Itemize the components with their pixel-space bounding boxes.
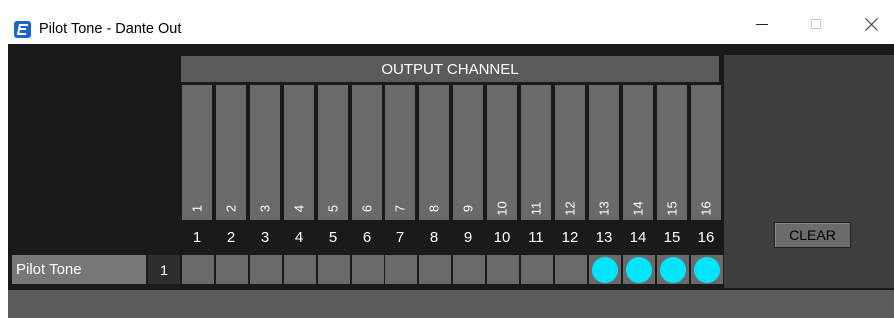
channel-number-15: 15 xyxy=(663,228,681,246)
matrix-cell-2[interactable] xyxy=(216,255,248,284)
close-button[interactable] xyxy=(848,8,894,40)
channel-strip-label: 14 xyxy=(630,201,646,216)
channel-strip-14: 14 xyxy=(623,85,653,220)
channel-number-4: 4 xyxy=(294,228,304,246)
matrix-cell-7[interactable] xyxy=(385,255,417,284)
channel-number-5: 5 xyxy=(328,228,338,246)
matrix-cell-15[interactable] xyxy=(657,255,689,284)
row-label-pilot-tone: Pilot Tone xyxy=(12,255,146,284)
channel-strip-1: 1 xyxy=(182,85,212,220)
clear-button[interactable]: CLEAR xyxy=(774,222,851,248)
channel-strip-label: 13 xyxy=(596,201,612,216)
active-indicator-dot xyxy=(694,256,720,283)
channel-number-3: 3 xyxy=(260,228,270,246)
channel-number-8: 8 xyxy=(429,228,439,246)
matrix-cell-6[interactable] xyxy=(352,255,384,284)
active-indicator-dot xyxy=(592,256,618,283)
channel-strip-label: 3 xyxy=(257,204,273,213)
output-channel-header: OUTPUT CHANNEL xyxy=(181,56,719,82)
channel-strip-11: 11 xyxy=(521,85,551,220)
app-logo-icon xyxy=(14,21,31,38)
channel-number-1: 1 xyxy=(192,228,202,246)
channel-strip-3: 3 xyxy=(250,85,280,220)
channel-strip-5: 5 xyxy=(318,85,348,220)
channel-strip-6: 6 xyxy=(352,85,382,220)
active-indicator-dot xyxy=(626,256,652,283)
channel-strip-label: 5 xyxy=(325,204,341,213)
channel-strip-label: 6 xyxy=(359,204,375,213)
title-bar: Pilot Tone - Dante Out xyxy=(0,0,894,44)
matrix-cell-13[interactable] xyxy=(589,255,621,284)
maximize-button[interactable] xyxy=(793,8,839,40)
matrix-cell-9[interactable] xyxy=(453,255,485,284)
channel-strip-label: 10 xyxy=(494,201,510,216)
matrix-cell-8[interactable] xyxy=(419,255,451,284)
channel-strip-label: 2 xyxy=(223,204,239,213)
channel-number-14: 14 xyxy=(629,228,647,246)
window-title: Pilot Tone - Dante Out xyxy=(39,21,182,37)
channel-number-9: 9 xyxy=(463,228,473,246)
channel-strip-label: 8 xyxy=(426,204,442,213)
matrix-cell-10[interactable] xyxy=(487,255,519,284)
channel-strip-15: 15 xyxy=(657,85,687,220)
matrix-cell-4[interactable] xyxy=(284,255,316,284)
channel-strip-label: 11 xyxy=(528,201,544,216)
channel-number-12: 12 xyxy=(561,228,579,246)
channel-number-10: 10 xyxy=(493,228,511,246)
matrix-cell-11[interactable] xyxy=(521,255,553,284)
channel-strip-label: 16 xyxy=(698,201,714,216)
channel-strip-7: 7 xyxy=(385,85,415,220)
channel-number-13: 13 xyxy=(595,228,613,246)
channel-strip-13: 13 xyxy=(589,85,619,220)
matrix-cell-14[interactable] xyxy=(623,255,655,284)
channel-strip-label: 4 xyxy=(291,204,307,213)
matrix-cell-1[interactable] xyxy=(182,255,214,284)
active-indicator-dot xyxy=(660,256,686,283)
channel-strip-9: 9 xyxy=(453,85,483,220)
bottom-bar xyxy=(8,290,894,318)
matrix-cell-16[interactable] xyxy=(691,255,723,284)
row-index: 1 xyxy=(148,255,180,284)
channel-number-2: 2 xyxy=(226,228,236,246)
channel-strip-label: 7 xyxy=(392,204,408,213)
matrix-cell-3[interactable] xyxy=(250,255,282,284)
matrix-cell-5[interactable] xyxy=(318,255,350,284)
channel-number-16: 16 xyxy=(697,228,715,246)
minimize-button[interactable] xyxy=(739,8,785,40)
matrix-cell-12[interactable] xyxy=(555,255,587,284)
right-panel xyxy=(724,55,894,288)
channel-strip-4: 4 xyxy=(284,85,314,220)
channel-number-6: 6 xyxy=(362,228,372,246)
channel-number-7: 7 xyxy=(395,228,405,246)
channel-strip-2: 2 xyxy=(216,85,246,220)
channel-strip-label: 1 xyxy=(189,204,205,213)
channel-number-11: 11 xyxy=(528,228,544,246)
channel-strip-label: 12 xyxy=(562,201,578,216)
channel-strip-10: 10 xyxy=(487,85,517,220)
channel-strip-label: 9 xyxy=(460,204,476,213)
channel-strip-8: 8 xyxy=(419,85,449,220)
channel-strip-label: 15 xyxy=(664,201,680,216)
channel-strip-12: 12 xyxy=(555,85,585,220)
channel-strip-16: 16 xyxy=(691,85,721,220)
